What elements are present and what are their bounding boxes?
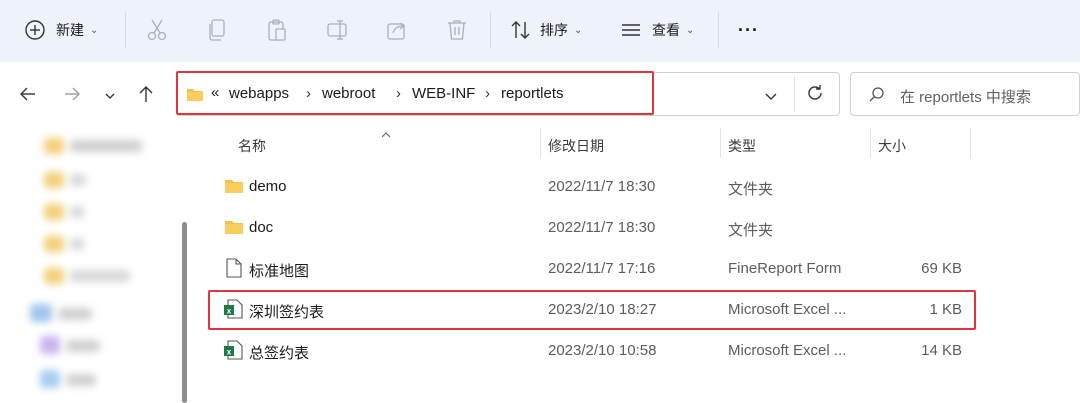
file-type: Microsoft Excel ... <box>728 342 847 359</box>
rename-icon[interactable] <box>326 18 350 42</box>
file-size: 69 KB <box>921 260 962 277</box>
nav-item-blurred[interactable] <box>44 236 64 252</box>
folder-icon <box>224 219 244 240</box>
address-divider <box>794 76 795 112</box>
column-divider[interactable] <box>870 128 871 158</box>
column-header-size[interactable]: 大小 <box>878 136 906 156</box>
nav-item-blurred[interactable] <box>44 172 64 188</box>
chevron-down-icon: ⌄ <box>686 24 695 36</box>
more-options-button[interactable]: ··· <box>738 10 759 50</box>
file-size: 14 KB <box>921 342 962 359</box>
nav-item-blurred[interactable] <box>44 204 64 220</box>
file-name: demo <box>249 178 287 195</box>
nav-item-blurred[interactable] <box>66 374 96 386</box>
file-name: 标准地图 <box>249 263 310 280</box>
toolbar-divider <box>490 12 491 48</box>
search-icon <box>868 86 886 109</box>
back-arrow-icon[interactable] <box>18 84 38 109</box>
up-arrow-icon[interactable] <box>136 84 156 109</box>
navigation-pane <box>0 126 176 403</box>
chevron-down-icon: ⌄ <box>90 24 99 36</box>
nav-item-blurred[interactable] <box>30 304 52 322</box>
recent-locations-chevron-icon[interactable] <box>104 88 116 106</box>
sort-ascending-icon <box>380 126 392 144</box>
column-divider[interactable] <box>540 128 541 158</box>
view-lines-icon <box>620 19 642 41</box>
nav-item-blurred[interactable] <box>70 270 130 282</box>
command-bar: 新建 ⌄ 排序 ⌄ 查看 ⌄ ··· <box>0 0 1080 62</box>
more-icon: ··· <box>738 19 759 40</box>
plus-circle-icon <box>24 19 46 41</box>
cut-icon[interactable] <box>146 18 168 42</box>
nav-item-blurred[interactable] <box>58 308 92 320</box>
column-divider[interactable] <box>720 128 721 158</box>
nav-item-blurred[interactable] <box>66 340 100 352</box>
file-type: FineReport Form <box>728 260 842 277</box>
file-name: doc <box>249 219 274 236</box>
nav-item-blurred[interactable] <box>70 206 84 218</box>
copy-icon[interactable] <box>206 18 228 42</box>
column-divider[interactable] <box>970 128 971 158</box>
column-header-type[interactable]: 类型 <box>728 136 756 156</box>
nav-item-blurred[interactable] <box>70 238 84 250</box>
nav-item-blurred[interactable] <box>40 370 60 388</box>
toolbar-divider <box>718 12 719 48</box>
address-highlight-box <box>176 71 654 115</box>
file-type: 文件夹 <box>728 181 774 198</box>
sort-button[interactable]: 排序 ⌄ <box>510 10 582 50</box>
nav-scrollbar[interactable] <box>182 222 187 403</box>
file-name: 总签约表 <box>249 345 310 362</box>
nav-item-blurred[interactable] <box>70 140 142 152</box>
address-dropdown-chevron-icon[interactable] <box>764 89 778 107</box>
nav-item-blurred[interactable] <box>44 268 64 284</box>
nav-item-blurred[interactable] <box>70 174 86 186</box>
nav-item-blurred[interactable] <box>40 336 60 354</box>
view-label: 查看 <box>652 22 680 38</box>
share-icon[interactable] <box>386 18 408 42</box>
row-highlight-box <box>208 290 976 330</box>
new-label: 新建 <box>56 22 84 38</box>
column-header-modified[interactable]: 修改日期 <box>548 136 604 156</box>
file-modified: 2022/11/7 17:16 <box>548 260 656 277</box>
paste-icon[interactable] <box>266 18 288 42</box>
folder-icon <box>224 178 244 199</box>
file-modified: 2022/11/7 18:30 <box>548 219 656 236</box>
file-modified: 2023/2/10 10:58 <box>548 342 657 359</box>
file-modified: 2022/11/7 18:30 <box>548 178 656 195</box>
excel-icon: x <box>223 340 243 365</box>
toolbar-divider <box>125 12 126 48</box>
refresh-icon[interactable] <box>806 84 824 107</box>
new-button[interactable]: 新建 ⌄ <box>24 10 98 50</box>
forward-arrow-icon[interactable] <box>62 84 82 109</box>
view-button[interactable]: 查看 ⌄ <box>620 10 694 50</box>
search-placeholder: 在 reportlets 中搜索 <box>900 89 1031 106</box>
file-icon <box>225 258 243 283</box>
svg-text:x: x <box>227 348 232 357</box>
delete-icon[interactable] <box>446 18 468 42</box>
sort-label: 排序 <box>540 22 568 38</box>
chevron-down-icon: ⌄ <box>574 24 583 36</box>
nav-item-blurred[interactable] <box>44 138 64 154</box>
column-header-name[interactable]: 名称 <box>238 136 266 156</box>
file-type: 文件夹 <box>728 222 774 239</box>
sort-icon <box>510 19 532 41</box>
